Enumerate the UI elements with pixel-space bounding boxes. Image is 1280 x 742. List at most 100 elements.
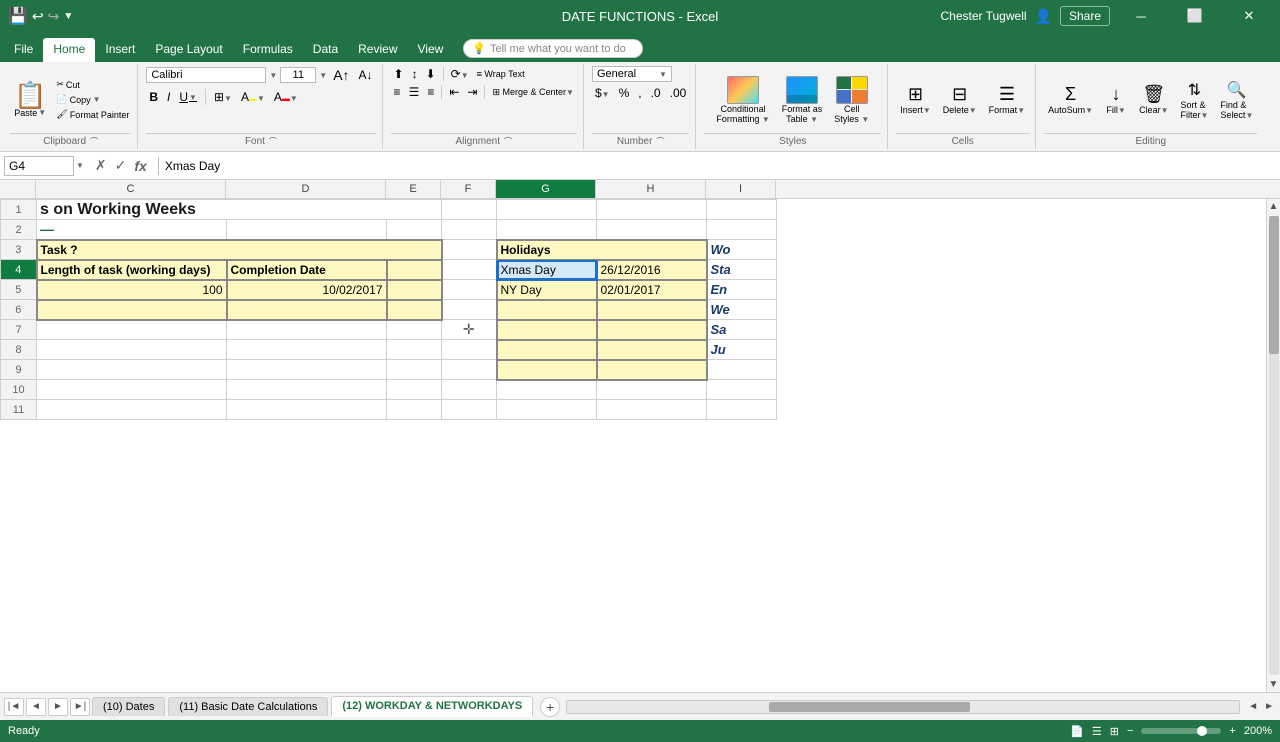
tab-home[interactable]: Home — [43, 38, 95, 62]
cell-d9[interactable] — [227, 360, 387, 380]
cell-i5[interactable]: En — [707, 280, 777, 300]
hscroll-right[interactable]: ► — [1262, 701, 1276, 712]
tab-view[interactable]: View — [408, 38, 454, 62]
cell-h2[interactable] — [597, 220, 707, 240]
zoom-out-button[interactable]: − — [1127, 725, 1133, 737]
align-middle-button[interactable]: ↕ — [409, 66, 421, 82]
cell-ref-dropdown[interactable]: ▼ — [76, 161, 84, 170]
cell-e11[interactable] — [387, 400, 442, 420]
wrap-text-button[interactable]: ≡ Wrap Text — [474, 68, 528, 80]
col-header-d[interactable]: D — [226, 180, 386, 198]
cell-c1[interactable]: s on Working Weeks — [37, 200, 442, 220]
cell-f11[interactable] — [442, 400, 497, 420]
number-expand[interactable]: ⌒ — [656, 136, 664, 147]
cell-e2[interactable] — [387, 220, 442, 240]
merge-center-button[interactable]: ⊞ Merge & Center▼ — [489, 86, 577, 99]
save-icon[interactable]: 💾 — [8, 6, 28, 26]
cell-g3[interactable]: Holidays — [497, 240, 707, 260]
cell-g4[interactable]: Xmas Day — [497, 260, 597, 280]
conditional-formatting-button[interactable]: ConditionalFormatting ▼ — [712, 74, 773, 126]
cell-f4[interactable] — [442, 260, 497, 280]
cell-g2[interactable] — [497, 220, 597, 240]
sheet-tab-10-dates[interactable]: (10) Dates — [92, 697, 165, 716]
cell-e6[interactable] — [387, 300, 442, 320]
cell-g8[interactable] — [497, 340, 597, 360]
text-angle-button[interactable]: ⟳▼ — [448, 66, 472, 82]
tab-data[interactable]: Data — [303, 38, 348, 62]
page-view-icon[interactable]: 📄 — [1070, 725, 1084, 738]
comma-button[interactable]: , — [635, 85, 644, 101]
formula-input[interactable] — [158, 157, 1276, 175]
sheet-tab-11-basic[interactable]: (11) Basic Date Calculations — [168, 697, 328, 716]
increase-font-button[interactable]: A↑ — [330, 66, 352, 84]
cell-g10[interactable] — [497, 380, 597, 400]
cell-d7[interactable] — [227, 320, 387, 340]
cell-h8[interactable] — [597, 340, 707, 360]
col-header-f[interactable]: F — [441, 180, 496, 198]
cell-styles-button[interactable]: CellStyles ▼ — [830, 74, 873, 126]
cell-e7[interactable] — [387, 320, 442, 340]
accounting-button[interactable]: $▼ — [592, 85, 613, 101]
cell-c4[interactable]: Length of task (working days) — [37, 260, 227, 280]
font-name-selector[interactable]: Calibri — [146, 67, 266, 83]
cell-e5[interactable] — [387, 280, 442, 300]
font-color-button[interactable]: A▬▼ — [271, 89, 301, 105]
account-icon[interactable]: 👤 — [1035, 8, 1052, 25]
tab-review[interactable]: Review — [348, 38, 407, 62]
cell-i3[interactable]: Wo — [707, 240, 777, 260]
find-select-button[interactable]: 🔍 Find &Select▼ — [1216, 78, 1257, 122]
font-expand[interactable]: ⌒ — [269, 136, 277, 147]
sheet-nav-last[interactable]: ►| — [70, 698, 90, 716]
cell-i6[interactable]: We — [707, 300, 777, 320]
cell-e10[interactable] — [387, 380, 442, 400]
cell-c3[interactable]: Task ? — [37, 240, 442, 260]
border-button[interactable]: ⊞▼ — [211, 89, 235, 105]
cell-h9[interactable] — [597, 360, 707, 380]
cell-i7[interactable]: Sa — [707, 320, 777, 340]
font-size-selector[interactable]: 11 — [280, 67, 316, 83]
col-header-g[interactable]: G — [496, 180, 596, 198]
cell-d5[interactable]: 10/02/2017 — [227, 280, 387, 300]
minimize-button[interactable]: ─ — [1118, 0, 1164, 32]
format-button[interactable]: ☰ Format▼ — [985, 82, 1029, 117]
tab-file[interactable]: File — [4, 38, 43, 62]
cell-c5[interactable]: 100 — [37, 280, 227, 300]
delete-button[interactable]: ⊟ Delete▼ — [939, 82, 981, 117]
sheet-nav-prev[interactable]: ◄ — [26, 698, 46, 716]
cell-i1[interactable] — [707, 200, 777, 220]
cell-i9[interactable] — [707, 360, 777, 380]
cell-e4[interactable] — [387, 260, 442, 280]
col-header-h[interactable]: H — [596, 180, 706, 198]
font-name-dropdown-arrow[interactable]: ▼ — [269, 71, 277, 80]
cell-d8[interactable] — [227, 340, 387, 360]
increase-decimal-button[interactable]: .00 — [667, 85, 690, 101]
cancel-formula-button[interactable]: ✗ — [92, 156, 110, 175]
cell-g9[interactable] — [497, 360, 597, 380]
cell-c10[interactable] — [37, 380, 227, 400]
cell-g5[interactable]: NY Day — [497, 280, 597, 300]
cell-h7[interactable] — [597, 320, 707, 340]
cell-f2[interactable] — [442, 220, 497, 240]
cell-d2[interactable] — [227, 220, 387, 240]
clear-button[interactable]: 🗑 Clear▼ — [1135, 82, 1172, 117]
cell-f8[interactable] — [442, 340, 497, 360]
cell-h6[interactable] — [597, 300, 707, 320]
confirm-formula-button[interactable]: ✓ — [112, 156, 130, 175]
alignment-expand[interactable]: ⌒ — [504, 136, 512, 147]
cell-d6[interactable] — [227, 300, 387, 320]
sheet-nav-next[interactable]: ► — [48, 698, 68, 716]
cell-i8[interactable]: Ju — [707, 340, 777, 360]
cell-i2[interactable] — [707, 220, 777, 240]
close-button[interactable]: ✕ — [1226, 0, 1272, 32]
cell-h10[interactable] — [597, 380, 707, 400]
format-painter-button[interactable]: 🖌 Format Painter — [54, 108, 131, 121]
autosum-button[interactable]: Σ AutoSum▼ — [1044, 82, 1097, 117]
underline-button[interactable]: U▼ — [176, 89, 200, 105]
cell-i11[interactable] — [707, 400, 777, 420]
restore-button[interactable]: ⬜ — [1172, 0, 1218, 32]
customize-icon[interactable]: ▼ — [63, 11, 73, 22]
align-center-button[interactable]: ☰ — [406, 84, 423, 100]
cell-f6[interactable] — [442, 300, 497, 320]
hscrollbar-thumb[interactable] — [769, 702, 971, 712]
cell-d4[interactable]: Completion Date — [227, 260, 387, 280]
